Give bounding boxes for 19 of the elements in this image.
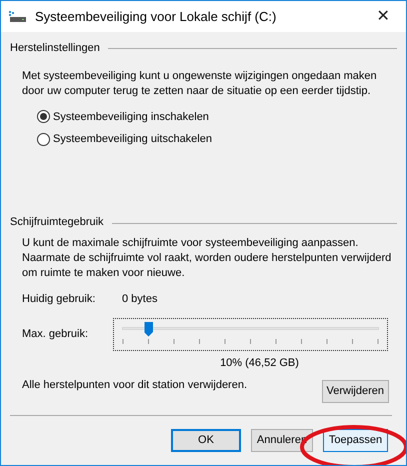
delete-button[interactable]: Verwijderen	[322, 380, 389, 403]
slider-thumb[interactable]	[144, 322, 153, 336]
current-usage-label: Huidig gebruik:	[22, 292, 96, 307]
group-heading: Herstelinstellingen	[10, 41, 100, 56]
radio-option[interactable]: Systeembeveiliging inschakelen	[37, 108, 397, 125]
group-heading: Schijfruimtegebruik	[10, 214, 104, 230]
drive-icon	[9, 10, 27, 22]
delete-text: Alle herstelpunten voor dit station verwijderen.	[22, 378, 248, 393]
usage-slider[interactable]	[113, 318, 388, 350]
usage-reading: 10% (46,52 GB)	[219, 356, 300, 370]
description-text: Met systeembeveiliging kunt u ongewenste wijzigingen ongedaan maken door uw computer terug te zetten naar de situatie op een eerder tijdstip.	[22, 68, 378, 98]
radio-option[interactable]: Systeembeveiliging uitschakelen	[37, 131, 397, 148]
window-title: Systeembeveiliging voor Lokale schijf (C:)	[35, 8, 278, 26]
close-button[interactable]: ✕	[368, 4, 398, 28]
max-usage-label: Max. gebruik:	[22, 326, 90, 342]
current-usage-value: 0 bytes	[122, 292, 158, 307]
dialog-button[interactable]: Toepassen	[323, 429, 388, 452]
description-text: U kunt de maximale schijfruimte voor systeembeveiliging aanpassen. Naarmate de schijfruimte vol raakt, worden oudere herstelpunten verwijderd om ruimte te maken voor nieuwe.	[22, 236, 392, 281]
dialog-button[interactable]: OK	[171, 429, 241, 452]
